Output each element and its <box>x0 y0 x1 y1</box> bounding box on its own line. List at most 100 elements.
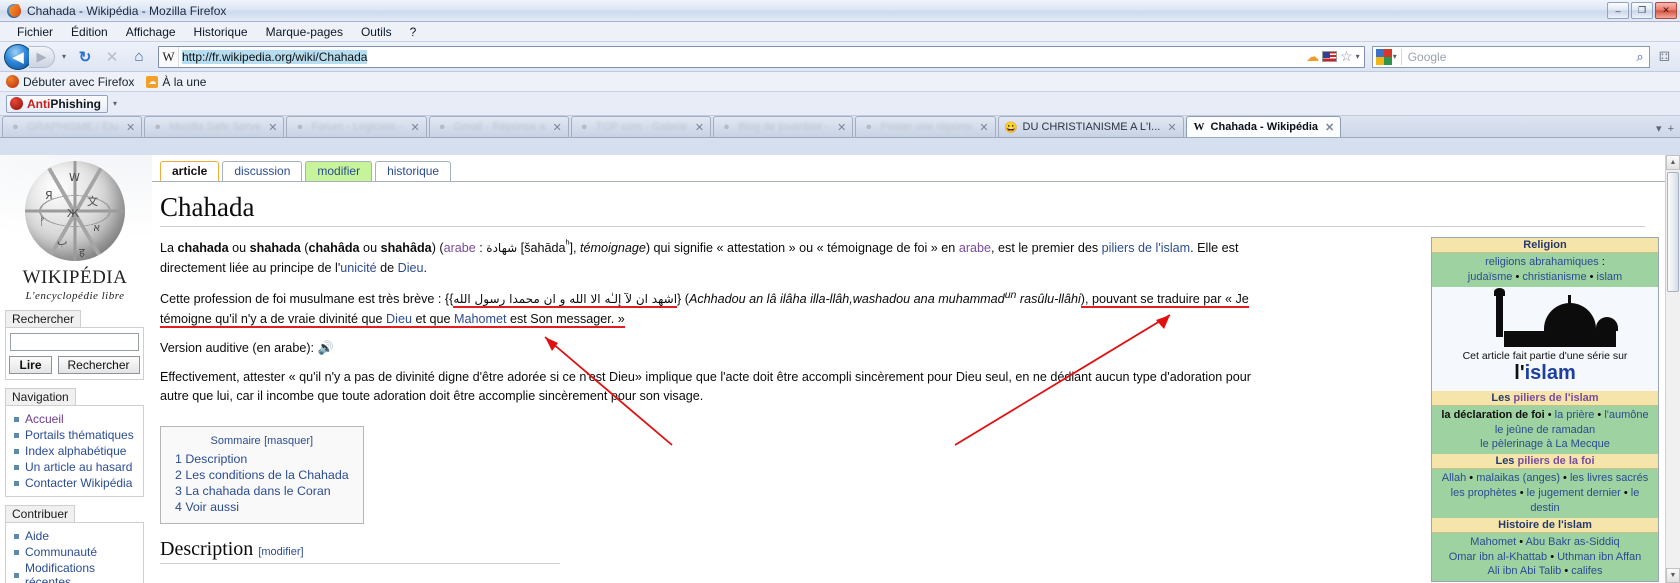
menu-outils[interactable]: Outils <box>352 23 401 41</box>
link-arabe-2[interactable]: arabe <box>959 241 991 255</box>
toc-link[interactable]: 4 Voir aussi <box>175 500 239 514</box>
link-arabe[interactable]: arabe <box>444 241 476 255</box>
chevron-down-icon[interactable]: ▾ <box>113 99 117 108</box>
search-input[interactable] <box>10 333 139 351</box>
tab-historique[interactable]: historique <box>375 161 452 181</box>
link-islam[interactable]: islam <box>1597 271 1623 283</box>
menu-edition[interactable]: Édition <box>62 23 117 41</box>
sidebar-item-label[interactable]: Contacter Wikipédia <box>25 476 132 490</box>
link-histoire-islam[interactable]: Histoire de l'islam <box>1498 519 1592 531</box>
link-uthman[interactable]: Uthman ibn Affan <box>1557 551 1641 563</box>
sidebar-item-label[interactable]: Accueil <box>25 412 64 426</box>
toc-item[interactable]: 1 Description <box>175 451 349 467</box>
link-califes[interactable]: califes <box>1571 565 1602 577</box>
scrollbar-thumb[interactable] <box>1667 172 1679 292</box>
toc-item[interactable]: 3 La chahada dans le Coran <box>175 483 349 499</box>
close-icon[interactable]: ✕ <box>126 121 135 134</box>
list-all-tabs-icon[interactable]: ▾ <box>1656 122 1662 135</box>
search-input[interactable]: Google <box>1406 50 1637 64</box>
speaker-icon[interactable]: 🔊 <box>318 340 334 355</box>
browser-tab[interactable]: ● Poster une réponse ✕ <box>855 116 996 137</box>
close-icon[interactable]: ✕ <box>410 121 419 134</box>
link-christianisme[interactable]: christianisme <box>1522 271 1586 283</box>
link-jugement-dernier[interactable]: le jugement dernier <box>1527 487 1621 499</box>
browser-tab[interactable]: ● Blog de jovanbist - MEIL... ✕ <box>713 116 854 137</box>
section-edit-link[interactable]: [modifier] <box>258 546 303 558</box>
reload-icon[interactable]: ↻ <box>73 45 97 69</box>
link-dieu[interactable]: Dieu <box>398 261 424 275</box>
sidebar-item-label[interactable]: Aide <box>25 529 49 543</box>
close-icon[interactable]: ✕ <box>268 121 277 134</box>
address-bar[interactable]: W http://fr.wikipedia.org/wiki/Chahada ☁… <box>158 45 1365 68</box>
menu-affichage[interactable]: Affichage <box>117 23 185 41</box>
sidebar-item-portails[interactable]: Portails thématiques <box>14 427 139 443</box>
sidebar-item-contacter[interactable]: Contacter Wikipédia <box>14 475 139 491</box>
close-icon[interactable]: ✕ <box>1167 121 1176 134</box>
toc-link[interactable]: 2 Les conditions de la Chahada <box>175 468 349 482</box>
bookmark-star-icon[interactable]: ☆ <box>1340 48 1353 65</box>
browser-tab-chahada[interactable]: W Chahada - Wikipédia ✕ <box>1185 116 1342 137</box>
link-mahomet[interactable]: Mahomet <box>454 312 507 326</box>
search-icon[interactable]: ⌕ <box>1636 49 1648 65</box>
link-ali[interactable]: Ali ibn Abi Talib <box>1488 565 1562 577</box>
sidebar-item-label[interactable]: Un article au hasard <box>25 460 132 474</box>
us-flag-icon[interactable] <box>1322 51 1338 62</box>
tab-modifier[interactable]: modifier <box>305 161 373 181</box>
close-icon[interactable]: ✕ <box>837 121 846 134</box>
search-bar[interactable]: ▾ Google ⌕ <box>1371 45 1650 68</box>
infobox-islam-title[interactable]: l'islam <box>1435 362 1655 385</box>
new-tab-icon[interactable]: + <box>1668 123 1674 135</box>
browser-tab[interactable]: ● Forum - Logiciels - Mob... ✕ <box>286 116 427 137</box>
browser-tab[interactable]: ● Mozilla Safe Server b... ✕ <box>144 116 285 137</box>
home-icon[interactable]: ⌂ <box>127 45 151 69</box>
bookmark-debuter-avec-firefox[interactable]: Débuter avec Firefox <box>6 75 134 89</box>
link-laumone[interactable]: l'aumône <box>1604 409 1648 421</box>
sidebar-item-modifications[interactable]: Modifications récentes <box>14 560 139 583</box>
sidebar-item-label[interactable]: Modifications récentes <box>25 561 139 583</box>
link-pelerinage-mecque[interactable]: le pèlerinage à La Mecque <box>1480 438 1610 450</box>
link-judaisme[interactable]: judaïsme <box>1468 271 1513 283</box>
close-icon[interactable]: ✕ <box>695 121 704 134</box>
read-button[interactable]: Lire <box>9 356 52 374</box>
search-button[interactable]: Rechercher <box>57 356 140 374</box>
link-abu-bakr[interactable]: Abu Bakr as-Siddiq <box>1526 536 1620 548</box>
chevron-down-icon[interactable]: ▾ <box>1356 52 1360 61</box>
stop-icon[interactable]: ✕ <box>100 45 124 69</box>
link-religions-abrahamiques[interactable]: religions abrahamiques <box>1485 256 1599 268</box>
toc-item[interactable]: 2 Les conditions de la Chahada <box>175 467 349 483</box>
google-icon[interactable] <box>1375 48 1393 65</box>
link-malaikas[interactable]: malaikas (anges) <box>1476 472 1560 484</box>
search-engine-chevron-icon[interactable]: ▾ <box>1393 52 1397 61</box>
sidebar-item-label[interactable]: Communauté <box>25 545 97 559</box>
browser-tab[interactable]: ● GRAPHISME / Etude... ✕ <box>2 116 143 137</box>
sidebar-item-index[interactable]: Index alphabétique <box>14 443 139 459</box>
link-livres-sacres[interactable]: les livres sacrés <box>1570 472 1648 484</box>
browser-tab[interactable]: ● TOP com - Galerie ✕ <box>570 116 712 137</box>
scroll-down-icon[interactable]: ▼ <box>1666 568 1680 583</box>
link-piliers-de-lislam[interactable]: piliers de l'islam <box>1102 241 1191 255</box>
wikipedia-logo-icon[interactable]: W Я 文 ᚠ Ж א ب ह <box>11 159 139 271</box>
link-prophetes[interactable]: les prophètes <box>1451 487 1517 499</box>
link-mahomet[interactable]: Mahomet <box>1470 536 1516 548</box>
back-button[interactable]: ◀ <box>4 43 32 70</box>
menu-fichier[interactable]: Fichier <box>8 23 62 41</box>
maximize-button[interactable]: ❐ <box>1631 2 1653 19</box>
sidebar-item-aide[interactable]: Aide <box>14 528 139 544</box>
link-allah[interactable]: Allah <box>1442 472 1466 484</box>
link-dieu-2[interactable]: Dieu <box>386 312 412 326</box>
toc-toggle[interactable]: [masquer] <box>264 435 313 447</box>
scroll-up-icon[interactable]: ▲ <box>1666 155 1680 170</box>
url-input[interactable]: http://fr.wikipedia.org/wiki/Chahada <box>179 49 1306 64</box>
menu-marque-pages[interactable]: Marque-pages <box>257 23 352 41</box>
link-jeune-ramadan[interactable]: le jeûne de ramadan <box>1495 424 1595 436</box>
close-icon[interactable]: ✕ <box>1325 121 1334 134</box>
sidebar-item-communaute[interactable]: Communauté <box>14 544 139 560</box>
tab-article[interactable]: article <box>160 161 220 182</box>
close-button[interactable]: ✕ <box>1655 2 1677 19</box>
menu-historique[interactable]: Historique <box>185 23 257 41</box>
sidebar-item-accueil[interactable]: Accueil <box>14 411 139 427</box>
close-icon[interactable]: ✕ <box>553 121 562 134</box>
antiphishing-button[interactable]: AntiPhishing <box>6 94 108 113</box>
minimize-button[interactable]: – <box>1607 2 1629 19</box>
sidebar-item-label[interactable]: Portails thématiques <box>25 428 134 442</box>
